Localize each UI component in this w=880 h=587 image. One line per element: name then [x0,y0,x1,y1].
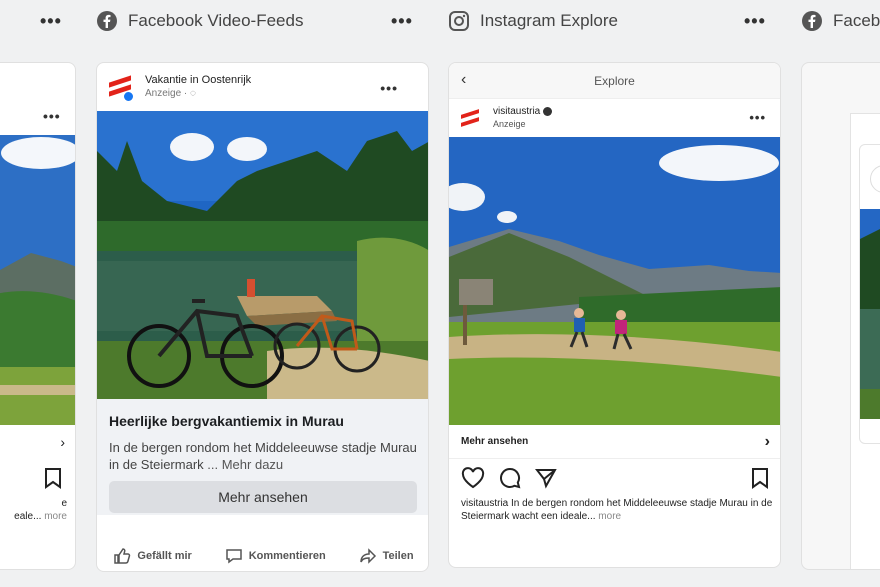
share-label: Teilen [382,550,414,562]
sponsored-label: Anzeige [145,88,182,99]
comment-icon[interactable] [499,467,521,489]
like-button[interactable]: Gefällt mir [113,547,192,565]
facebook-ad-card: Vakantie in Oostenrijk Anzeige · ◌ ••• H… [96,62,429,572]
cta-label: Mehr ansehen [461,436,529,447]
lake-bikes-photo [97,111,428,399]
more-link[interactable]: more [598,511,621,522]
brand-logo [109,75,134,102]
nested-post-frame: H [850,113,880,569]
comment-icon [225,549,242,564]
facebook-icon [97,11,117,31]
share-button[interactable]: Teilen [359,547,414,565]
hikers-photo [449,137,780,425]
facebook-next-title: Faceb [833,11,880,30]
cta-row[interactable]: Mehr ansehen › [449,425,780,459]
post-header: visitaustria Anzeige ••• [449,99,780,137]
facebook-next-column-header: Faceb [801,8,880,34]
chevron-right-icon[interactable]: › [0,425,75,459]
verified-badge-icon [123,91,134,102]
caption-fragment: e [61,498,67,509]
more-link[interactable]: more [44,511,67,522]
chevron-right-icon: › [764,432,770,450]
more-link[interactable]: ... Mehr dazu [207,457,283,472]
post-actions-bar: Gefällt mir Kommentieren Teilen [97,539,428,571]
globe-icon: ◌ [190,88,196,99]
bookmark-icon[interactable] [43,467,63,489]
share-icon [359,548,376,564]
facebook-feed-more-icon[interactable]: ••• [391,12,413,30]
lake-photo-thumbnail [860,209,880,419]
post-more-icon[interactable]: ••• [380,81,398,95]
instagram-ad-card: ‹ Explore visitaustria Anzeige ••• Mehr … [448,62,781,568]
instagram-topbar: ‹ Explore [449,63,780,99]
facebook-feed-title: Facebook Video-Feeds [128,11,304,30]
instagram-explore-title: Instagram Explore [480,11,618,30]
account-name[interactable]: visitaustria [493,106,540,117]
facebook-feed-column-header: Facebook Video-Feeds [96,8,303,34]
ad-headline[interactable]: Heerlijke bergvakantiemix in Murau [109,413,418,429]
landscape-photo [0,135,75,425]
brand-name[interactable]: Vakantie in Oostenrijk [145,73,251,87]
facebook-icon [802,11,822,31]
like-label: Gefällt mir [137,550,192,562]
bookmark-icon[interactable] [750,467,770,489]
verified-badge-icon [543,106,553,116]
topbar-title: Explore [594,73,635,88]
sponsored-label: Anzeige [493,119,526,129]
comment-label: Kommentieren [248,550,326,562]
right-partial-ad-card: H [801,62,880,570]
post-more-icon[interactable]: ••• [43,109,61,123]
avatar [870,165,880,193]
inner-post: H [859,144,880,444]
left-column-more-icon[interactable]: ••• [40,12,62,30]
send-icon[interactable] [535,467,557,489]
post-icons-bar [449,465,780,491]
back-chevron-icon[interactable]: ‹ [461,71,466,89]
instagram-explore-more-icon[interactable]: ••• [744,12,766,30]
brand-logo [461,109,481,129]
instagram-icon [449,11,469,31]
left-partial-ad-card: ••• › e eale... more [0,62,76,570]
caption-fragment: eale... [14,511,42,522]
cta-button[interactable]: Mehr ansehen [109,481,417,513]
ad-cta-area: Heerlijke bergvakantiemix in Murau In de… [97,399,428,515]
instagram-explore-column-header: Instagram Explore [448,8,618,34]
post-more-icon[interactable]: ••• [749,111,766,124]
heart-icon[interactable] [461,467,485,489]
thumbs-up-icon [114,548,131,564]
post-header: Vakantie in Oostenrijk Anzeige · ◌ ••• [97,63,428,111]
comment-button[interactable]: Kommentieren [225,547,326,565]
post-caption: visitaustria In de bergen rondom het Mid… [461,497,773,523]
